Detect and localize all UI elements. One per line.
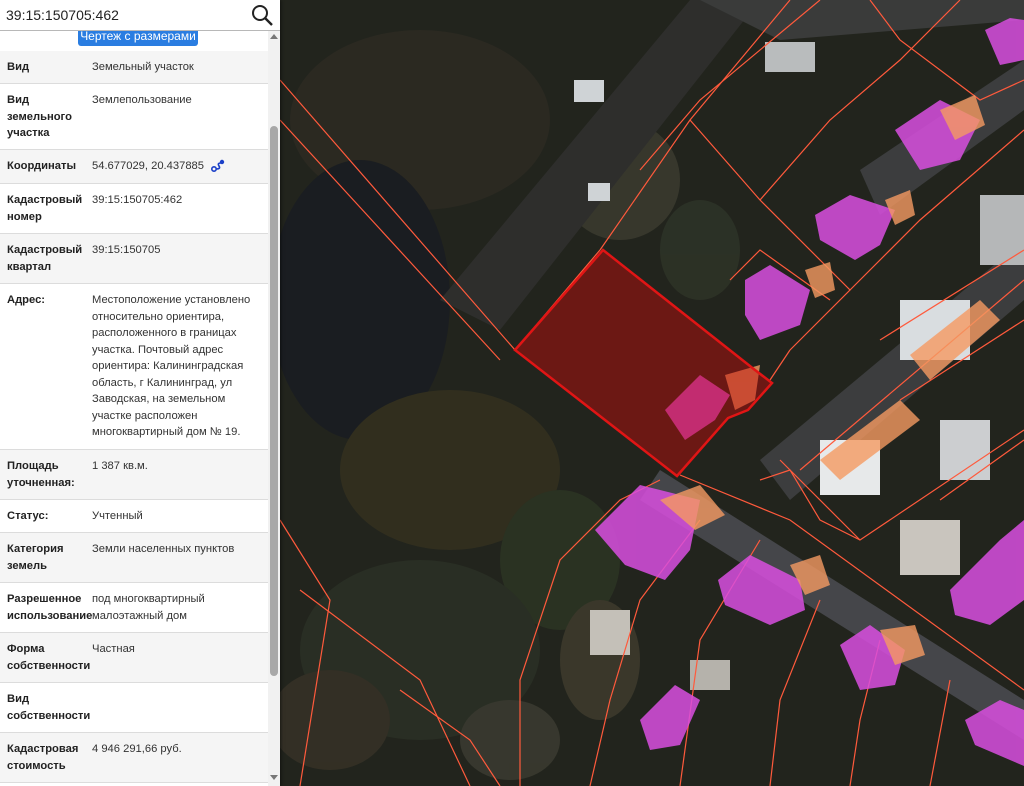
info-row-cadastral-number: Кадастровый номер 39:15:150705:462 (0, 184, 268, 234)
info-label: Адрес: (7, 294, 46, 306)
info-row-permitted-use: Разрешенное использование под многокварт… (0, 583, 268, 633)
info-row-land-category: Категория земель Земли населенных пункто… (0, 533, 268, 583)
info-label: Кадастровый номер (7, 194, 83, 223)
info-label: Вид земельного участка (7, 94, 72, 139)
info-value: Частная (92, 643, 135, 655)
search-icon[interactable] (250, 3, 274, 27)
search-bar (0, 0, 280, 31)
info-row-status: Статус: Учтенный (0, 500, 268, 533)
info-label: Кадастровая стоимость (7, 743, 79, 772)
info-label: Вид (7, 61, 30, 73)
search-input[interactable] (0, 1, 236, 29)
info-row-cadastral-quarter: Кадастровый квартал 39:15:150705 (0, 234, 268, 284)
info-value: Учтенный (92, 510, 143, 522)
route-icon[interactable] (211, 159, 225, 173)
info-value: Местоположение установлено относительно … (92, 294, 251, 438)
info-label: Кадастровый квартал (7, 244, 83, 273)
info-row-cadastral-value: Кадастровая стоимость 4 946 291,66 руб. (0, 733, 268, 783)
info-value: 39:15:150705 (92, 244, 161, 256)
info-panel: Чертеж с размерами Вид Земельный участок… (0, 0, 280, 786)
scroll-down-arrow-icon[interactable] (270, 775, 278, 780)
scroll-up-arrow-icon[interactable] (270, 34, 278, 39)
info-row-ownership-form: Форма собственности Частная (0, 633, 268, 683)
info-label: Форма собственности (7, 643, 91, 672)
button-strip: Чертеж с размерами (0, 31, 280, 52)
parcel-info-table: Вид Земельный участок Вид земельного уча… (0, 51, 268, 783)
info-label: Координаты (7, 160, 77, 172)
info-value (85, 683, 268, 732)
info-label: Статус: (7, 510, 49, 522)
info-value: Землепользование (92, 94, 192, 106)
info-row-coordinates: Координаты 54.677029, 20.437885 (0, 150, 268, 184)
info-row-address: Адрес: Местоположение установлено относи… (0, 284, 268, 450)
panel-scrollbar[interactable] (268, 31, 280, 786)
info-value: 54.677029, 20.437885 (85, 150, 268, 183)
info-value: Земли населенных пунктов (92, 543, 235, 555)
info-value: 4 946 291,66 руб. (92, 743, 182, 755)
info-row-type: Вид Земельный участок (0, 51, 268, 84)
info-row-land-type: Вид земельного участка Землепользование (0, 84, 268, 150)
info-label: Разрешенное использование (7, 593, 93, 622)
info-label: Вид собственности (7, 693, 91, 722)
drawing-with-dimensions-button[interactable]: Чертеж с размерами (78, 31, 198, 46)
info-label: Категория земель (7, 543, 64, 572)
info-value: Земельный участок (92, 61, 194, 73)
scroll-thumb[interactable] (270, 126, 278, 676)
info-label: Площадь уточненная: (7, 460, 75, 489)
info-value: под многоквартирный малоэтажный дом (92, 593, 205, 622)
coordinates-text[interactable]: 54.677029, 20.437885 (92, 160, 204, 172)
info-row-ownership-type: Вид собственности (0, 683, 268, 733)
info-row-area: Площадь уточненная: 1 387 кв.м. (0, 450, 268, 500)
info-value: 39:15:150705:462 (92, 194, 183, 206)
info-value: 1 387 кв.м. (92, 460, 148, 472)
